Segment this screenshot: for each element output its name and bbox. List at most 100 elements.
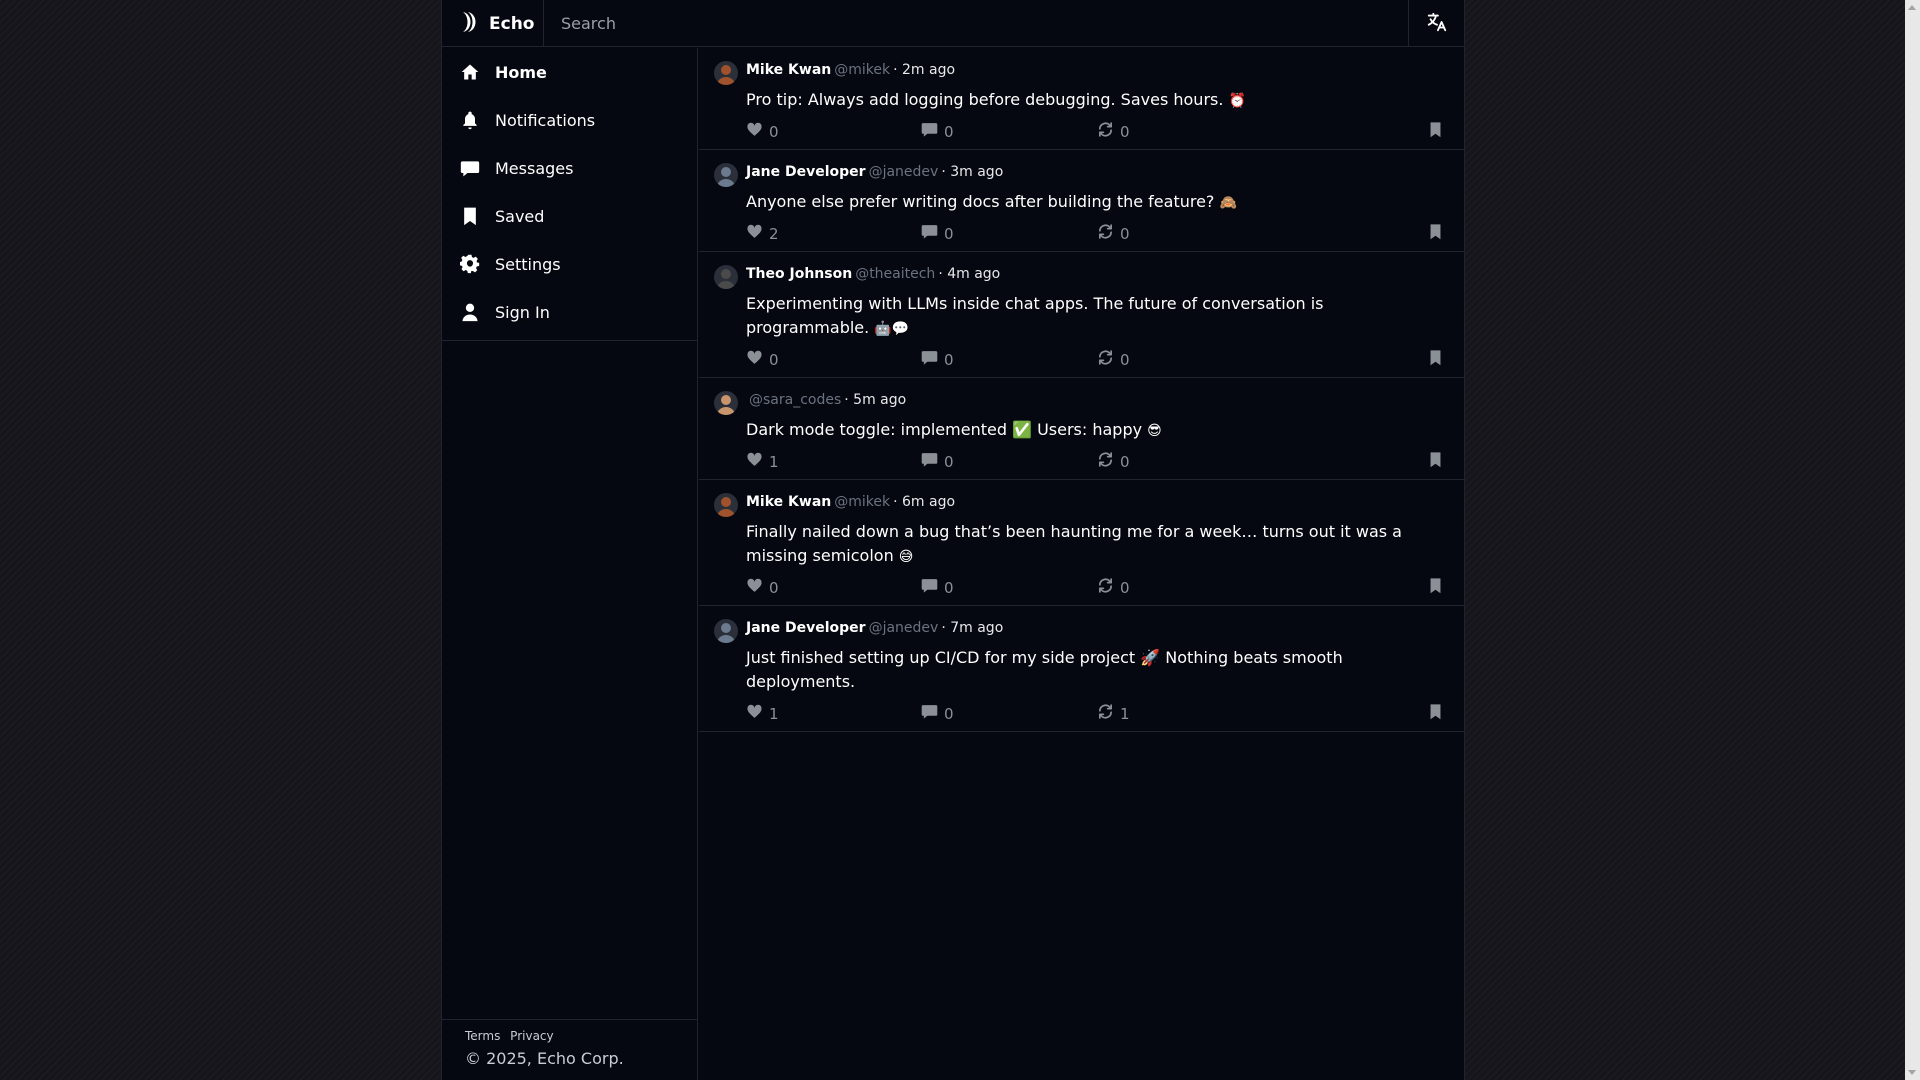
- like-button[interactable]: 0: [746, 121, 779, 142]
- sidebar-item-label: Home: [495, 62, 547, 82]
- bookmark-icon: [1427, 349, 1450, 370]
- post-body: Pro tip: Always add logging before debug…: [746, 88, 1448, 113]
- avatar[interactable]: [714, 619, 738, 643]
- author-name[interactable]: Mike Kwan: [746, 62, 831, 78]
- post-emoji: ⏰: [1228, 93, 1246, 109]
- user-icon: [459, 301, 481, 323]
- repost-button[interactable]: 1: [1097, 703, 1130, 724]
- bookmark-button[interactable]: [1427, 121, 1450, 142]
- avatar[interactable]: [714, 493, 738, 517]
- bookmark-icon: [1427, 121, 1450, 142]
- home-icon: [459, 61, 481, 83]
- post-card[interactable]: Jane Developer @janedev · 3m ago Anyone els…: [699, 150, 1464, 252]
- author-handle[interactable]: @theaitech: [855, 266, 935, 282]
- comment-count: 0: [944, 350, 954, 369]
- comment-button[interactable]: 0: [921, 703, 954, 724]
- bookmark-button[interactable]: [1427, 451, 1450, 472]
- avatar[interactable]: [714, 391, 738, 415]
- top-bar: Echo: [442, 0, 1464, 47]
- post-body: Experimenting with LLMs inside chat apps…: [746, 292, 1448, 341]
- post-text: Dark mode toggle: implemented ✅ Users: h…: [746, 420, 1143, 439]
- comment-icon: [921, 121, 944, 142]
- post-text: Pro tip: Always add logging before debug…: [746, 90, 1224, 109]
- search-input[interactable]: [545, 0, 1397, 47]
- author-name[interactable]: Mike Kwan: [746, 494, 831, 510]
- bookmark-button[interactable]: [1427, 577, 1450, 598]
- author-handle[interactable]: @mikek: [834, 62, 890, 78]
- post-text: Just finished setting up CI/CD for my si…: [746, 648, 1343, 691]
- repost-count: 0: [1120, 452, 1130, 471]
- post-time: 2m ago: [902, 62, 956, 78]
- avatar[interactable]: [714, 61, 738, 85]
- like-button[interactable]: 0: [746, 577, 779, 598]
- separator-dot: ·: [844, 392, 849, 408]
- sidebar-item-notifications[interactable]: Notifications: [442, 96, 697, 144]
- bookmark-button[interactable]: [1427, 703, 1450, 724]
- translate-button[interactable]: [1408, 0, 1464, 47]
- like-button[interactable]: 0: [746, 349, 779, 370]
- avatar[interactable]: [714, 265, 738, 289]
- separator-dot: ·: [941, 164, 946, 180]
- post-card[interactable]: Theo Johnson @theaitech · 4m ago Experiment…: [699, 252, 1464, 378]
- author-name[interactable]: Theo Johnson: [746, 266, 852, 282]
- post-header: Mike Kwan @mikek · 6m ago: [746, 492, 1448, 512]
- sidebar-item-sign-in[interactable]: Sign In: [442, 288, 697, 336]
- comment-button[interactable]: 0: [921, 577, 954, 598]
- terms-link[interactable]: Terms: [465, 1029, 500, 1043]
- post-card[interactable]: Jane Developer @janedev · 7m ago Just finis…: [699, 606, 1464, 732]
- app-shell: Echo Home Notifications Messages Saved Setti…: [441, 0, 1465, 1080]
- footer-links: Terms Privacy: [465, 1029, 697, 1043]
- privacy-link[interactable]: Privacy: [510, 1029, 553, 1043]
- repost-count: 0: [1120, 224, 1130, 243]
- repost-button[interactable]: 0: [1097, 451, 1130, 472]
- bookmark-button[interactable]: [1427, 349, 1450, 370]
- logo[interactable]: Echo: [442, 0, 544, 47]
- repost-icon: [1097, 451, 1120, 472]
- author-handle[interactable]: @janedev: [869, 620, 939, 636]
- translate-icon: [1426, 11, 1448, 37]
- bookmark-button[interactable]: [1427, 223, 1450, 244]
- scroll-up-arrow[interactable]: [1908, 5, 1916, 10]
- comment-button[interactable]: 0: [921, 349, 954, 370]
- heart-icon: [746, 349, 769, 370]
- post-actions: 1 0 1: [746, 697, 1448, 731]
- like-button[interactable]: 2: [746, 223, 779, 244]
- like-button[interactable]: 1: [746, 451, 779, 472]
- post-card[interactable]: Mike Kwan @mikek · 2m ago Pro tip: Always a…: [699, 48, 1464, 150]
- avatar[interactable]: [714, 163, 738, 187]
- post-actions: 0 0 0: [746, 343, 1448, 377]
- post-header: Jane Developer @janedev · 3m ago: [746, 162, 1448, 182]
- sidebar-item-messages[interactable]: Messages: [442, 144, 697, 192]
- post-emoji: 🙈: [1219, 195, 1237, 211]
- sidebar-item-saved[interactable]: Saved: [442, 192, 697, 240]
- author-name[interactable]: Jane Developer: [746, 164, 866, 180]
- bookmark-icon: [1427, 451, 1450, 472]
- post-card[interactable]: Mike Kwan @mikek · 6m ago Finally nailed do…: [699, 480, 1464, 606]
- repost-button[interactable]: 0: [1097, 223, 1130, 244]
- copyright: © 2025, Echo Corp.: [465, 1049, 624, 1068]
- author-handle[interactable]: @mikek: [834, 494, 890, 510]
- comment-button[interactable]: 0: [921, 121, 954, 142]
- author-handle[interactable]: @janedev: [869, 164, 939, 180]
- sidebar-item-label: Sign In: [495, 302, 550, 322]
- repost-count: 0: [1120, 122, 1130, 141]
- repost-button[interactable]: 0: [1097, 577, 1130, 598]
- post-body: Finally nailed down a bug that’s been ha…: [746, 520, 1448, 569]
- sidebar-item-settings[interactable]: Settings: [442, 240, 697, 288]
- comment-button[interactable]: 0: [921, 451, 954, 472]
- repost-icon: [1097, 349, 1120, 370]
- scroll-down-arrow[interactable]: [1908, 1070, 1916, 1075]
- repost-button[interactable]: 0: [1097, 121, 1130, 142]
- comment-icon: [921, 577, 944, 598]
- page-scrollbar[interactable]: [1905, 0, 1920, 1080]
- author-handle[interactable]: @sara_codes: [749, 392, 841, 408]
- post-emoji: 🤖💬: [874, 321, 910, 337]
- repost-icon: [1097, 577, 1120, 598]
- like-button[interactable]: 1: [746, 703, 779, 724]
- separator-dot: ·: [893, 62, 898, 78]
- sidebar-item-home[interactable]: Home: [442, 48, 697, 96]
- comment-button[interactable]: 0: [921, 223, 954, 244]
- author-name[interactable]: Jane Developer: [746, 620, 866, 636]
- repost-button[interactable]: 0: [1097, 349, 1130, 370]
- post-card[interactable]: @sara_codes · 5m ago Dark mode toggle: imp…: [699, 378, 1464, 480]
